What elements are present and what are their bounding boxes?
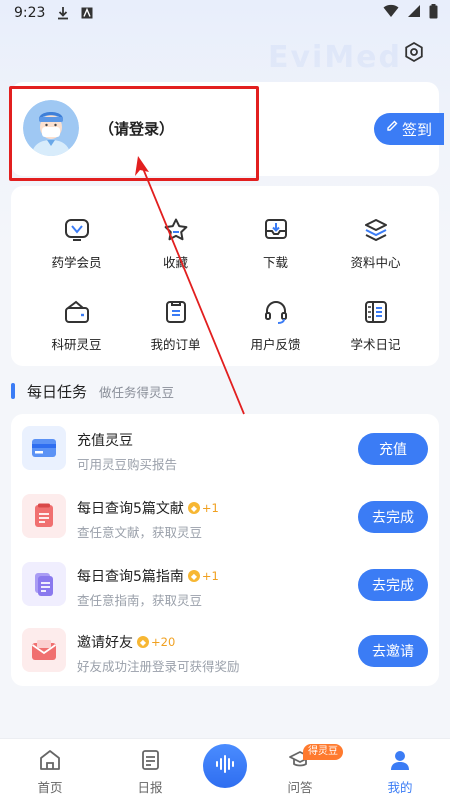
task-row-query-guidelines: 每日查询5篇指南 ◆ +1 查任意指南，获取灵豆 去完成 [11,552,439,620]
avatar[interactable] [23,100,79,156]
feature-menu: 药学会员 收藏 下载 资料中心 科研灵豆 我的订单 用户反馈 学术日记 [11,186,439,366]
envelope-icon [22,628,66,672]
download-box-icon [262,216,290,244]
login-prompt[interactable]: （请登录） [99,118,174,139]
menu-item-label: 用户反馈 [250,337,301,352]
daily-tasks-header: 每日任务 做任务得灵豆 [11,380,174,402]
brand-watermark: EviMed [268,40,403,75]
tab-mine[interactable]: 我的 [355,739,445,800]
task-row-invite-friends: 邀请好友 ◆ +20 好友成功注册登录可获得奖励 去邀请 [11,618,439,686]
signin-label: 签到 [402,120,433,139]
invite-button[interactable]: 去邀请 [358,635,428,667]
section-subtitle: 做任务得灵豆 [99,384,175,400]
reward-value: +1 [201,501,219,515]
task-title: 每日查询5篇文献 ◆ +1 [77,498,219,518]
report-icon [137,747,163,773]
complete-button[interactable]: 去完成 [358,501,428,533]
task-title: 每日查询5篇指南 ◆ +1 [77,566,219,586]
reward-value: +20 [151,635,176,649]
wifi-icon [383,4,399,22]
guide-icon [22,562,66,606]
settings-button[interactable] [400,40,428,68]
task-row-recharge: 充值灵豆 可用灵豆购买报告 充值 [11,416,439,484]
task-description: 好友成功注册登录可获得奖励 [77,659,240,674]
menu-item-downloads[interactable]: 下载 [222,194,329,274]
diary-icon [362,298,390,326]
battery-icon [429,3,438,23]
task-title-text: 每日查询5篇指南 [77,569,184,585]
tab-label: 首页 [37,780,63,795]
menu-item-label: 科研灵豆 [51,337,102,352]
vip-icon [63,216,91,244]
signin-button[interactable]: 签到 [374,113,444,145]
signal-icon [407,4,421,22]
menu-item-vip[interactable]: 药学会员 [23,194,130,274]
menu-item-research-beans[interactable]: 科研灵豆 [23,276,130,356]
menu-item-label: 资料中心 [350,255,401,270]
task-title-text: 充值灵豆 [77,433,133,449]
voice-icon [214,754,236,778]
task-description: 可用灵豆购买报告 [77,457,178,472]
menu-item-label: 我的订单 [150,337,201,352]
section-title: 每日任务 [27,382,88,401]
user-icon [387,747,413,773]
task-description: 查任意文献，获取灵豆 [77,525,203,540]
complete-button[interactable]: 去完成 [358,569,428,601]
tab-daily-report[interactable]: 日报 [105,739,195,800]
task-title: 邀请好友 ◆ +20 [77,632,175,652]
task-title-text: 邀请好友 [77,635,133,651]
tab-label: 我的 [387,780,413,795]
download-icon [57,6,69,20]
task-list: 充值灵豆 可用灵豆购买报告 充值 每日查询5篇文献 ◆ +1 查任意文献，获取灵… [11,414,439,686]
coin-icon: ◆ [137,636,149,648]
star-icon [162,216,190,244]
tab-label: 问答 [287,780,313,795]
status-bar: 9:23 [0,0,450,26]
task-row-query-literature: 每日查询5篇文献 ◆ +1 查任意文献，获取灵豆 去完成 [11,484,439,552]
home-icon [37,747,63,773]
recharge-button[interactable]: 充值 [358,433,428,465]
voice-button[interactable] [203,744,247,788]
tab-home[interactable]: 首页 [5,739,95,800]
menu-item-my-orders[interactable]: 我的订单 [122,276,229,356]
reward-badge: ◆ +1 [187,569,219,583]
wallet-icon [63,298,91,326]
headset-icon [262,298,290,326]
menu-item-label: 学术日记 [350,337,401,352]
menu-item-resource-center[interactable]: 资料中心 [322,194,429,274]
card-icon [22,426,66,470]
coin-icon: ◆ [187,502,200,514]
task-title: 充值灵豆 [77,430,133,450]
a-badge-icon [81,7,93,19]
section-accent-bar [11,383,15,399]
menu-item-academic-diary[interactable]: 学术日记 [322,276,429,356]
document-icon [22,494,66,538]
tab-label: 日报 [137,780,163,795]
reward-value: +1 [201,569,219,583]
order-icon [162,298,190,326]
menu-item-label: 药学会员 [51,255,102,270]
menu-item-label: 收藏 [162,255,188,270]
reward-badge: ◆ +1 [187,501,219,515]
reward-tab-badge: 得灵豆 [303,744,343,760]
menu-item-feedback[interactable]: 用户反馈 [222,276,329,356]
menu-item-favorites[interactable]: 收藏 [122,194,229,274]
status-time: 9:23 [14,5,46,21]
gear-icon [403,41,425,67]
reward-badge: ◆ +20 [137,635,175,649]
menu-item-label: 下载 [262,255,288,270]
task-title-text: 每日查询5篇文献 [77,501,184,517]
pencil-icon [386,120,398,138]
coin-icon: ◆ [187,570,200,582]
task-description: 查任意指南，获取灵豆 [77,593,203,608]
layers-icon [362,216,390,244]
